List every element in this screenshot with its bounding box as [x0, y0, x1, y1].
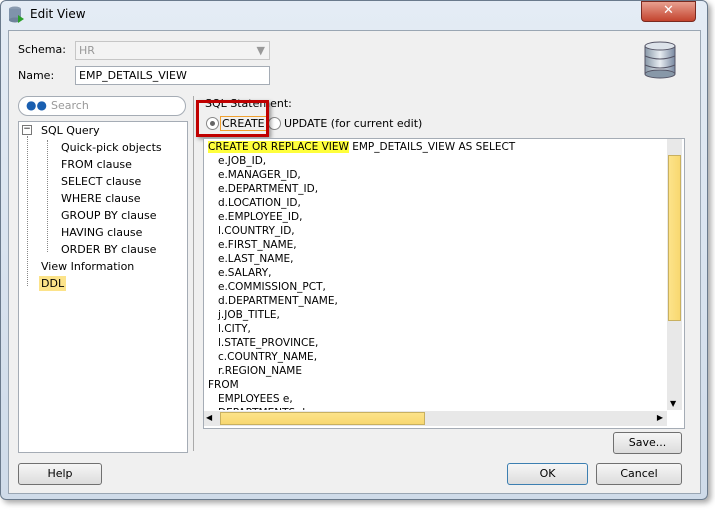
tree-item[interactable]: WHERE clause — [61, 192, 141, 205]
search-placeholder: Search — [51, 99, 89, 112]
code-line: l.COUNTRY_ID, — [208, 225, 295, 237]
window-title: Edit View — [30, 7, 86, 21]
database-icon — [644, 41, 676, 79]
tree-item-ddl[interactable]: DDL — [39, 276, 67, 291]
chevron-down-icon: ▼ — [256, 44, 265, 57]
tree-item[interactable]: SELECT clause — [61, 175, 141, 188]
scroll-down-icon[interactable]: ▼ — [670, 399, 676, 408]
code-line: c.COUNTRY_NAME, — [208, 351, 318, 363]
schema-select[interactable]: HR ▼ — [75, 41, 270, 60]
code-line: j.JOB_TITLE, — [208, 309, 280, 321]
code-line: d.LOCATION_ID, — [208, 197, 301, 209]
code-line: FROM — [208, 379, 239, 391]
code-line: e.SALARY, — [208, 267, 272, 279]
database-view-icon — [9, 6, 24, 23]
code-line: l.STATE_PROVINCE, — [208, 337, 319, 349]
sql-text[interactable]: CREATE OR REPLACE VIEW EMP_DETAILS_VIEW … — [204, 140, 666, 410]
vertical-scroll-thumb[interactable] — [668, 155, 681, 321]
horizontal-scroll-thumb[interactable] — [220, 412, 425, 425]
vertical-scrollbar[interactable]: ▼ — [667, 139, 682, 410]
code-line: DEPARTMENTS d, — [204, 406, 666, 410]
splitter[interactable] — [193, 96, 194, 451]
tree-line — [27, 136, 28, 286]
code-line: d.DEPARTMENT_NAME, — [208, 295, 338, 307]
name-label: Name: — [18, 69, 55, 82]
code-line: e.LAST_NAME, — [208, 253, 294, 265]
collapse-icon[interactable]: − — [22, 125, 32, 135]
code-line: e.JOB_ID, — [208, 155, 267, 167]
code-line: e.DEPARTMENT_ID, — [208, 183, 319, 195]
tree-item[interactable]: FROM clause — [61, 158, 132, 171]
horizontal-scrollbar[interactable]: ◀ ▶ — [204, 411, 667, 426]
callout-highlight-box — [196, 100, 269, 137]
code-line: e.EMPLOYEE_ID, — [208, 211, 303, 223]
update-radio-label[interactable]: UPDATE (for current edit) — [284, 117, 422, 130]
cancel-button[interactable]: Cancel — [596, 463, 682, 485]
binoculars-icon: ●● — [26, 98, 47, 112]
save-button[interactable]: Save... — [613, 432, 682, 454]
tree-line — [47, 140, 48, 252]
tree-item-sql-query[interactable]: SQL Query — [41, 124, 100, 137]
code-line: r.REGION_NAME — [208, 365, 302, 377]
ok-button[interactable]: OK — [507, 463, 588, 485]
tree-item[interactable]: HAVING clause — [61, 226, 142, 239]
help-button[interactable]: Help — [18, 463, 102, 485]
code-line: e.COMMISSION_PCT, — [208, 281, 326, 293]
scroll-left-icon[interactable]: ◀ — [206, 413, 212, 422]
code-line: e.MANAGER_ID, — [208, 169, 301, 181]
schema-label: Schema: — [18, 43, 66, 56]
navigation-tree: − SQL Query Quick-pick objects FROM clau… — [18, 121, 188, 453]
update-radio[interactable] — [268, 117, 281, 130]
name-input[interactable]: EMP_DETAILS_VIEW — [75, 66, 270, 85]
tree-item[interactable]: Quick-pick objects — [61, 141, 162, 154]
code-line: e.FIRST_NAME, — [208, 239, 297, 251]
code-line: CREATE OR REPLACE VIEW EMP_DETAILS_VIEW … — [208, 141, 516, 153]
code-line: l.CITY, — [208, 323, 251, 335]
tree-item[interactable]: GROUP BY clause — [61, 209, 156, 222]
tree-item[interactable]: ORDER BY clause — [61, 243, 156, 256]
scroll-right-icon[interactable]: ▶ — [657, 413, 663, 422]
tree-item-view-information[interactable]: View Information — [41, 260, 134, 273]
close-button[interactable]: ✕ — [641, 1, 696, 22]
code-line: EMPLOYEES e, — [208, 393, 293, 405]
